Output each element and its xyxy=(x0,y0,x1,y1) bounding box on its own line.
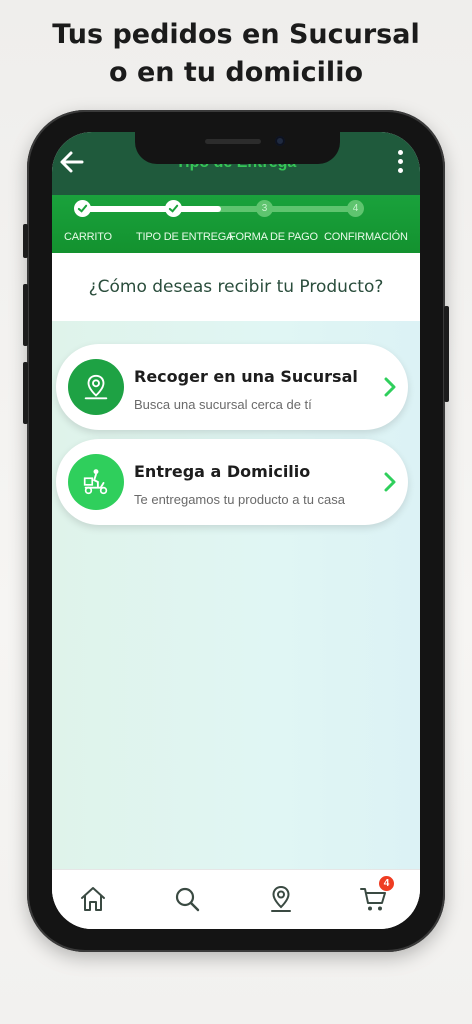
kebab-menu-icon[interactable] xyxy=(396,150,404,178)
chevron-right-icon xyxy=(384,472,396,492)
map-pin-icon[interactable] xyxy=(266,884,296,914)
options-area: Recoger en una Sucursal Busca una sucurs… xyxy=(52,321,420,869)
checkout-stepper: 3 4 CARRITO TIPO DE ENTREGA FORMA DE PAG… xyxy=(52,195,420,253)
step-4-label: CONFIRMACIÓN xyxy=(324,231,408,243)
home-icon[interactable] xyxy=(78,884,108,914)
app-screen: Tipo de Entrega 3 4 CARRITO TIPO DE ENTR… xyxy=(52,132,420,929)
cart-count-badge: 4 xyxy=(379,876,394,891)
option-pickup-title: Recoger en una Sucursal xyxy=(134,367,358,386)
step-4-number: 4 xyxy=(347,200,364,217)
delivery-scooter-icon xyxy=(68,454,124,510)
promo-headline: Tus pedidos en Sucursal o en tu domicili… xyxy=(0,16,472,92)
step-2-label: TIPO DE ENTREGA xyxy=(136,231,234,243)
search-icon[interactable] xyxy=(172,884,202,914)
option-pickup-subtitle: Busca una sucursal cerca de tí xyxy=(134,397,312,412)
delivery-question: ¿Cómo deseas recibir tu Producto? xyxy=(52,253,420,321)
phone-mute-switch xyxy=(23,224,28,258)
step-2-check-icon xyxy=(165,200,182,217)
phone-power-button xyxy=(444,306,449,402)
headline-line-1: Tus pedidos en Sucursal xyxy=(52,19,420,50)
phone-volume-up xyxy=(23,284,28,346)
phone-notch xyxy=(135,132,340,164)
headline-line-2: o en tu domicilio xyxy=(109,57,363,88)
chevron-right-icon xyxy=(384,377,396,397)
option-pickup-store[interactable]: Recoger en una Sucursal Busca una sucurs… xyxy=(56,344,408,430)
step-3-number: 3 xyxy=(256,200,273,217)
front-camera xyxy=(275,136,285,146)
notch-speaker xyxy=(205,139,261,144)
step-3-label: FORMA DE PAGO xyxy=(229,231,318,243)
map-pin-icon xyxy=(68,359,124,415)
phone-volume-down xyxy=(23,362,28,424)
option-delivery-subtitle: Te entregamos tu producto a tu casa xyxy=(134,492,346,507)
option-delivery-title: Entrega a Domicilio xyxy=(134,462,311,481)
bottom-nav: 4 xyxy=(52,869,420,929)
step-1-check-icon xyxy=(74,200,91,217)
stepper-progress xyxy=(82,206,221,212)
step-1-label: CARRITO xyxy=(64,231,112,243)
option-home-delivery[interactable]: Entrega a Domicilio Te entregamos tu pro… xyxy=(56,439,408,525)
